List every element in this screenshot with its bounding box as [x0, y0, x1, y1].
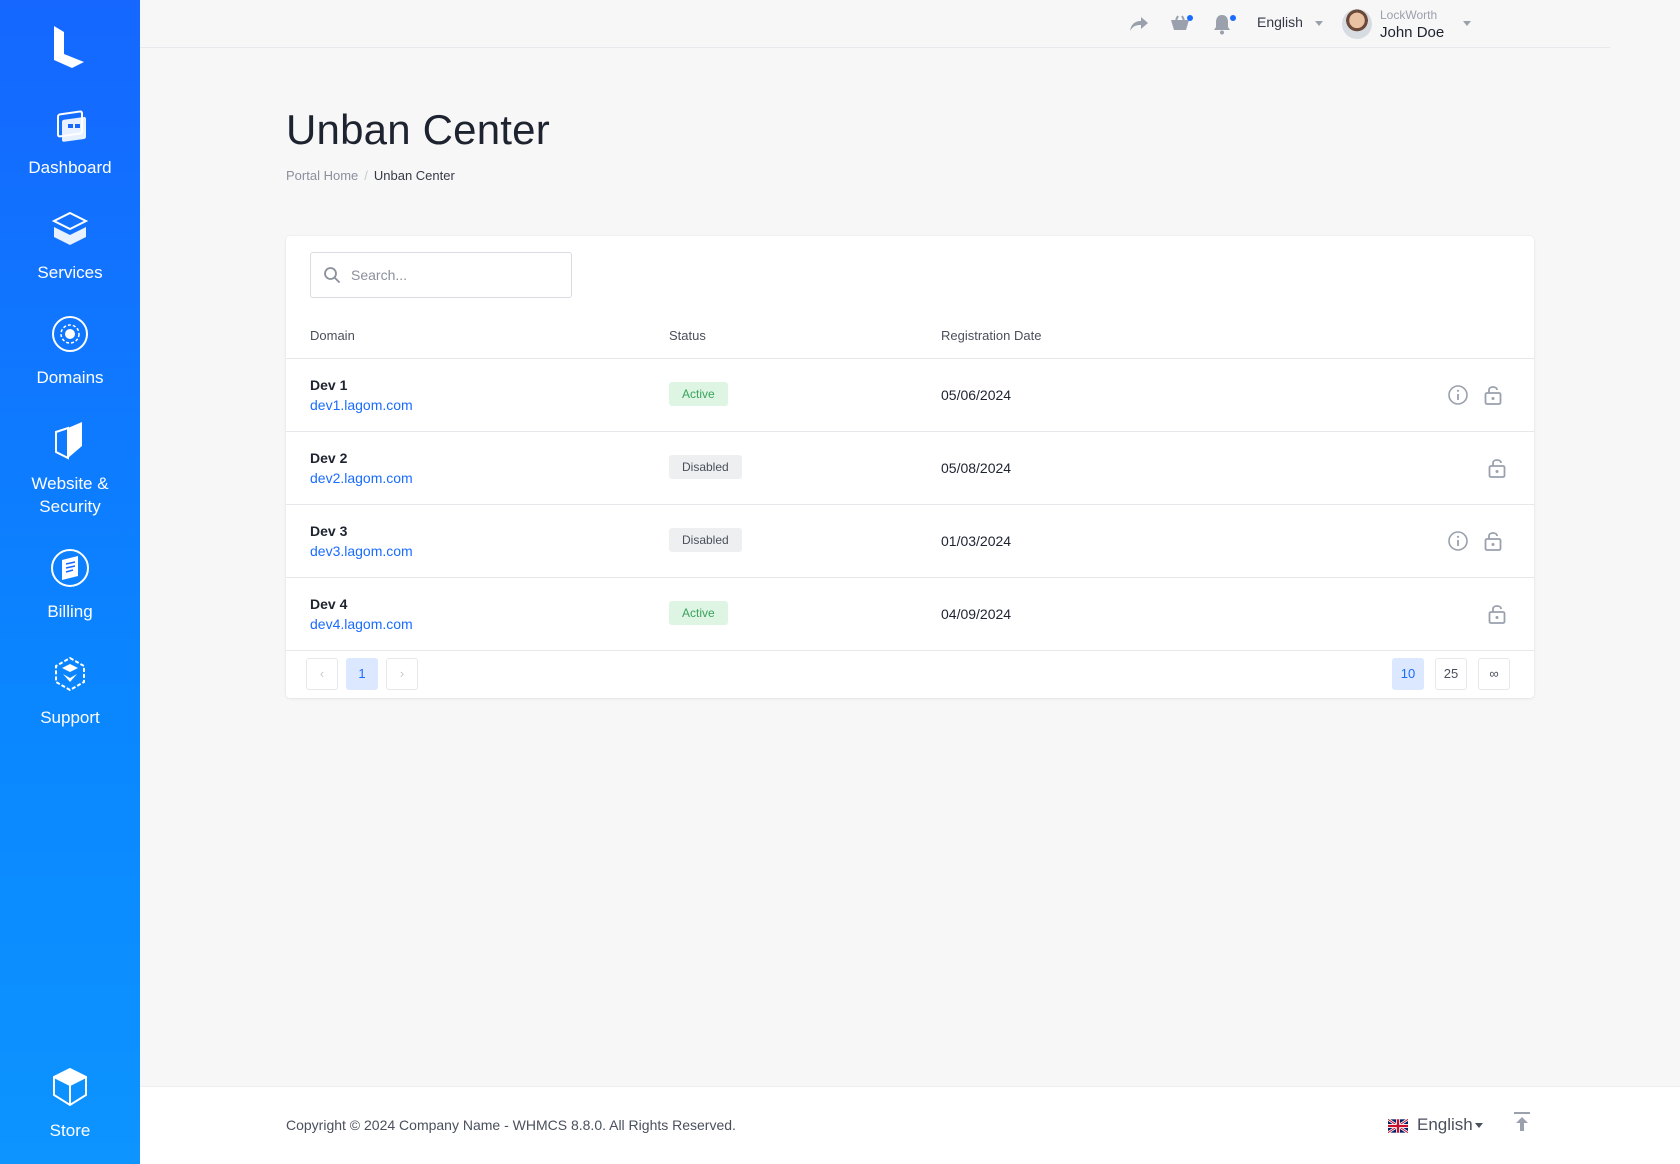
- sidebar-item-label: Billing: [47, 602, 93, 621]
- unlock-icon[interactable]: [1481, 383, 1505, 407]
- sidebar: Dashboard Services Domains Website & Sec…: [0, 0, 140, 1164]
- status-badge: Disabled: [669, 528, 742, 552]
- page-size-all-button[interactable]: ∞: [1478, 658, 1510, 690]
- row-domain-link[interactable]: dev4.lagom.com: [310, 616, 413, 632]
- cart-notification-dot: [1187, 15, 1193, 21]
- sidebar-item-label: Dashboard: [28, 158, 112, 177]
- pagination-next-button[interactable]: ›: [386, 658, 418, 690]
- row-domain-link[interactable]: dev3.lagom.com: [310, 543, 413, 559]
- uk-flag-icon: [1388, 1119, 1408, 1133]
- search-box[interactable]: [310, 252, 572, 298]
- website-security-icon: [55, 422, 82, 460]
- avatar[interactable]: [1342, 9, 1372, 39]
- status-badge: Active: [669, 382, 728, 406]
- table-row[interactable]: Dev 1 dev1.lagom.com Active 05/06/2024: [286, 359, 1534, 432]
- breadcrumb: Portal Home / Unban Center: [286, 168, 455, 183]
- row-registration-date: 05/08/2024: [941, 460, 1012, 476]
- footer-language-label: English: [1417, 1115, 1473, 1134]
- sidebar-item-support[interactable]: Support: [0, 652, 140, 730]
- table-row[interactable]: Dev 3 dev3.lagom.com Disabled 01/03/2024: [286, 505, 1534, 578]
- unban-table-card: Domain Status Registration Date Dev 1 de…: [286, 236, 1534, 698]
- domains-icon: [52, 316, 88, 352]
- topbar-divider: [140, 47, 1610, 48]
- chevron-down-icon: [1474, 1123, 1483, 1129]
- search-input[interactable]: [351, 253, 561, 297]
- breadcrumb-separator: /: [364, 168, 368, 183]
- row-domain-link[interactable]: dev1.lagom.com: [310, 397, 413, 413]
- breadcrumb-current: Unban Center: [373, 168, 455, 183]
- row-registration-date: 04/09/2024: [941, 606, 1012, 622]
- copyright-text: Copyright © 2024 Company Name - WHMCS 8.…: [286, 1117, 736, 1133]
- sidebar-item-website-security[interactable]: Website & Security: [0, 418, 140, 518]
- back-to-top-icon[interactable]: [1512, 1111, 1532, 1135]
- lagom-logo-icon[interactable]: [50, 24, 90, 68]
- billing-icon: [51, 549, 89, 587]
- user-menu-chevron-icon[interactable]: [1463, 21, 1471, 26]
- table-row[interactable]: Dev 2 dev2.lagom.com Disabled 05/08/2024: [286, 432, 1534, 505]
- sidebar-item-label: Support: [40, 708, 100, 727]
- row-name: Dev 3: [310, 523, 348, 539]
- column-header-domain[interactable]: Domain: [310, 328, 355, 343]
- support-icon: [55, 656, 85, 692]
- sidebar-label-line1: Website &: [31, 474, 109, 493]
- sidebar-item-store[interactable]: Store: [0, 1065, 140, 1143]
- row-name: Dev 2: [310, 450, 348, 466]
- unlock-icon[interactable]: [1485, 602, 1509, 626]
- user-company: LockWorth: [1380, 8, 1438, 22]
- sidebar-label-line2: Security: [39, 497, 101, 516]
- sidebar-item-billing[interactable]: Billing: [0, 546, 140, 624]
- info-icon[interactable]: [1446, 383, 1470, 407]
- page-size-25-button[interactable]: 25: [1435, 658, 1467, 690]
- column-header-status[interactable]: Status: [669, 328, 706, 343]
- sidebar-item-label: Website & Security: [0, 472, 140, 518]
- page-size-10-button[interactable]: 10: [1392, 658, 1424, 690]
- user-name[interactable]: John Doe: [1380, 24, 1444, 41]
- dashboard-icon: [57, 110, 86, 142]
- sidebar-item-domains[interactable]: Domains: [0, 312, 140, 390]
- pagination-prev-button[interactable]: ‹: [306, 658, 338, 690]
- status-badge: Disabled: [669, 455, 742, 479]
- chevron-down-icon: [1314, 20, 1323, 26]
- services-icon: [51, 211, 89, 245]
- language-label: English: [1257, 14, 1303, 30]
- pagination-page-button[interactable]: 1: [346, 658, 378, 690]
- sidebar-item-label: Services: [37, 263, 103, 282]
- breadcrumb-home-link[interactable]: Portal Home: [286, 168, 358, 183]
- notification-dot: [1230, 15, 1236, 21]
- language-selector[interactable]: English: [1257, 14, 1323, 30]
- info-icon[interactable]: [1446, 529, 1470, 553]
- sidebar-item-label: Store: [49, 1121, 91, 1140]
- page-title: Unban Center: [286, 106, 550, 153]
- store-icon: [53, 1067, 87, 1107]
- unlock-icon[interactable]: [1485, 456, 1509, 480]
- row-name: Dev 4: [310, 596, 348, 612]
- unlock-icon[interactable]: [1481, 529, 1505, 553]
- sidebar-item-label: Domains: [36, 368, 104, 387]
- row-name: Dev 1: [310, 377, 348, 393]
- row-registration-date: 05/06/2024: [941, 387, 1012, 403]
- footer: Copyright © 2024 Company Name - WHMCS 8.…: [140, 1086, 1680, 1164]
- table-row[interactable]: Dev 4 dev4.lagom.com Active 04/09/2024: [286, 578, 1534, 651]
- sidebar-item-dashboard[interactable]: Dashboard: [0, 102, 140, 180]
- status-badge: Active: [669, 601, 728, 625]
- footer-language-selector[interactable]: English: [1417, 1115, 1483, 1135]
- share-icon[interactable]: [1127, 12, 1151, 36]
- row-registration-date: 01/03/2024: [941, 533, 1012, 549]
- search-icon: [324, 267, 340, 283]
- sidebar-item-services[interactable]: Services: [0, 207, 140, 285]
- row-domain-link[interactable]: dev2.lagom.com: [310, 470, 413, 486]
- column-header-registration-date[interactable]: Registration Date: [941, 328, 1041, 343]
